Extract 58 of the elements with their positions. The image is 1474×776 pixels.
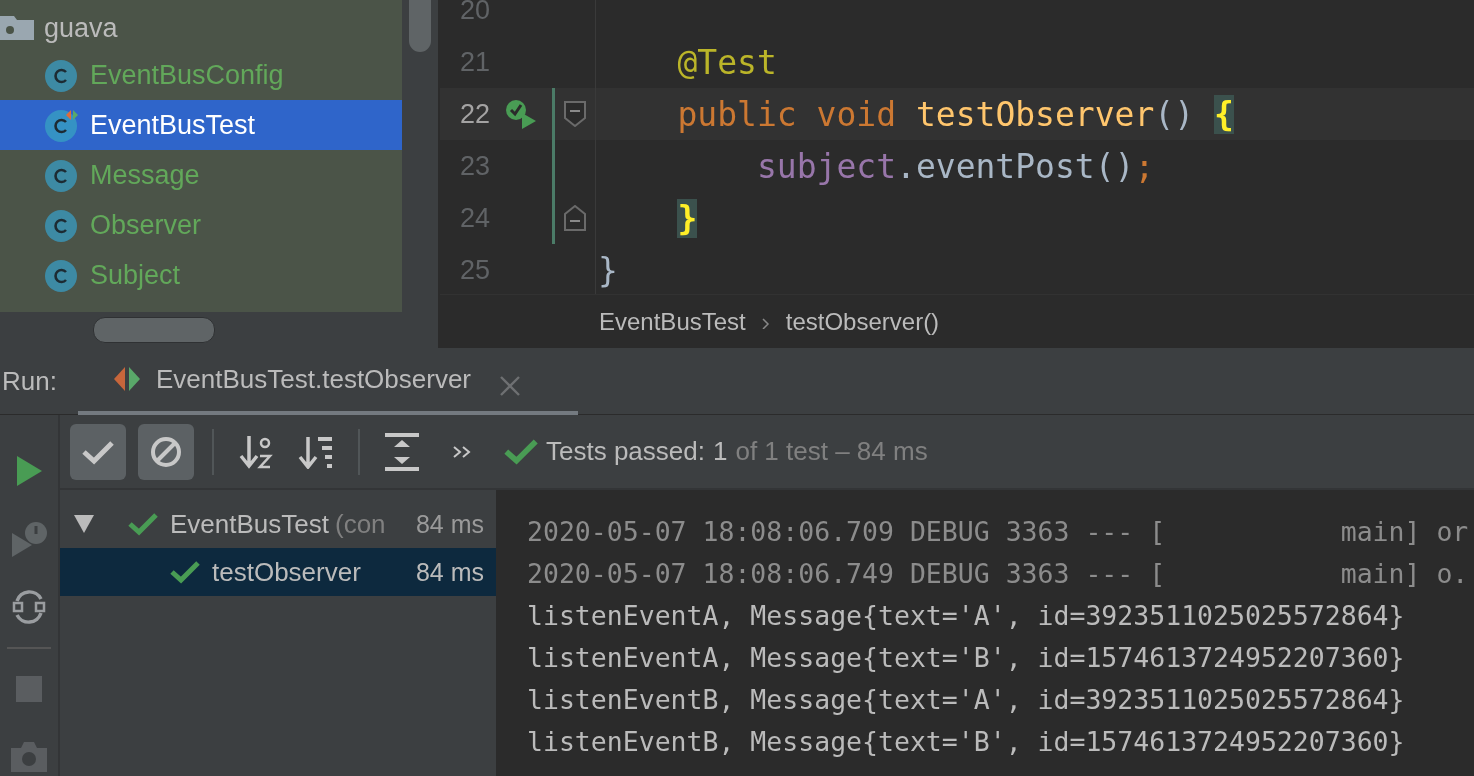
filter-toggle[interactable] <box>138 423 194 480</box>
test-class-icon <box>44 107 80 143</box>
fold-icon[interactable] <box>564 205 586 231</box>
console-line: listenEventA, Message{text='A', id=3923511025025572864} <box>527 599 1406 633</box>
sort-alphabetically-icon <box>239 433 273 470</box>
code-line: } <box>598 250 618 290</box>
line-number: 24 <box>458 202 490 234</box>
play-icon[interactable] <box>15 455 43 487</box>
line-number: 21 <box>458 46 490 78</box>
console-line: 2020-05-07 18:08:06.709 DEBUG 3363 --- [ main] or <box>527 515 1470 549</box>
run-test-icon[interactable] <box>504 99 538 129</box>
test-row[interactable]: testObserver 84 ms <box>60 548 496 596</box>
class-icon <box>44 257 80 293</box>
check-icon <box>504 437 538 466</box>
test-name: EventBusTest <box>170 508 329 540</box>
code-line: subject.eventPost(); <box>755 146 1155 186</box>
expand-all-icon <box>384 431 420 472</box>
line-number: 25 <box>458 254 490 286</box>
breadcrumb[interactable]: testObserver() <box>785 307 940 336</box>
close-icon[interactable] <box>499 375 522 397</box>
console-line: listenEventB, Message{text='B', id=1574613724952207360} <box>527 725 1406 759</box>
line-number: 22 <box>458 98 490 130</box>
scrollbar-thumb[interactable] <box>93 317 215 343</box>
test-duration: 84 ms <box>415 509 484 539</box>
test-name: testObserver <box>212 556 361 588</box>
status-detail: of 1 test – 84 ms <box>735 436 928 467</box>
filter-toggle[interactable] <box>70 423 126 480</box>
code-line: @Test <box>676 42 777 82</box>
code-line: public void testObserver() { <box>676 94 1234 134</box>
line-number: 20 <box>458 0 490 26</box>
check-icon <box>128 512 158 536</box>
console-line: listenEventA, Message{text='B', id=1574613724952207360} <box>527 641 1406 675</box>
test-duration: 84 ms <box>415 557 484 587</box>
test-row[interactable]: EventBusTest (con 84 ms <box>60 500 496 548</box>
breadcrumb[interactable]: EventBusTest <box>599 307 746 336</box>
run-label: Run: <box>1 365 58 397</box>
folder-name[interactable]: guava <box>44 12 118 44</box>
check-icon <box>170 560 200 584</box>
folder-icon[interactable] <box>0 16 34 40</box>
scrollbar-thumb[interactable] <box>409 0 431 52</box>
class-icon <box>44 157 80 193</box>
test-class-suffix: (con <box>335 508 386 540</box>
sort-by-duration-icon <box>298 434 334 469</box>
refresh-icon[interactable] <box>11 587 47 627</box>
tree-item[interactable]: EventBusTest <box>0 100 402 150</box>
fold-icon[interactable] <box>564 101 586 127</box>
console-line: listenEventB, Message{text='A', id=3923511025025572864} <box>527 683 1406 717</box>
status-label: Tests passed: <box>546 436 705 467</box>
status-count: 1 <box>713 436 728 467</box>
cancel-icon <box>149 434 183 469</box>
expand-arrow-icon[interactable] <box>74 515 94 533</box>
test-icon <box>112 366 142 392</box>
line-number: 23 <box>458 150 490 182</box>
check-icon <box>81 438 115 465</box>
double-chevron-icon <box>452 444 472 459</box>
class-icon <box>44 57 80 93</box>
class-icon <box>44 207 80 243</box>
console-line: 2020-05-07 18:08:06.749 DEBUG 3363 --- [ main] o. <box>527 557 1470 591</box>
